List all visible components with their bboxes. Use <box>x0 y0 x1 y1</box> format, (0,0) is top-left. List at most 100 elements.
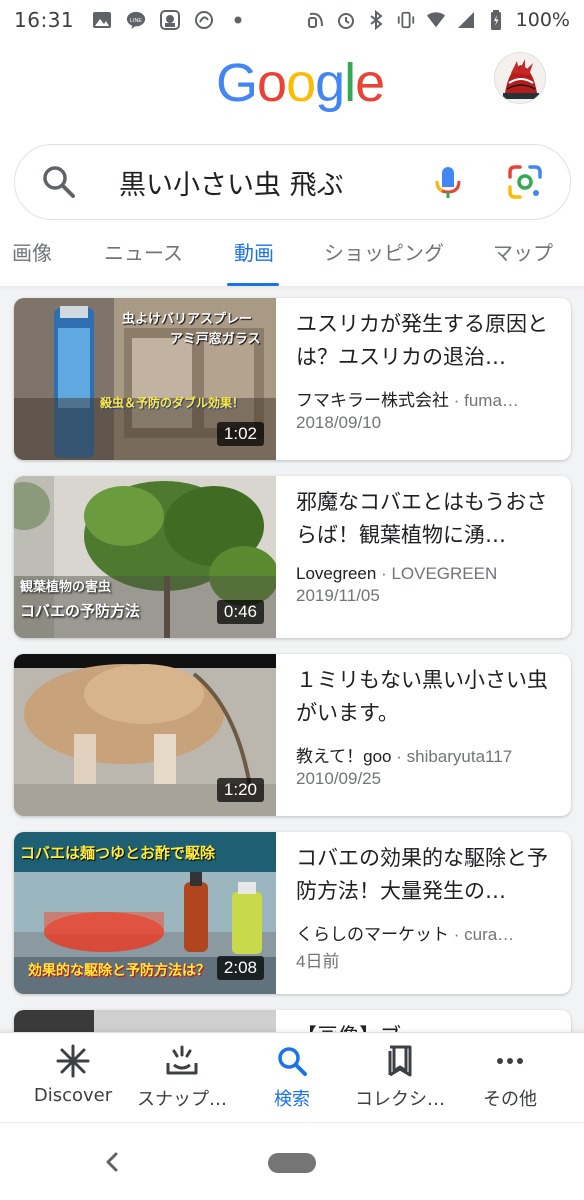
video-thumbnail[interactable]: 虫よけバリアスプレー アミ戸窓ガラス 殺虫＆予防のダブル効果！ 1:02 <box>14 298 276 460</box>
more-dots-icon <box>497 1058 523 1064</box>
source-name: Lovegreen <box>296 564 377 583</box>
app-notification-icon-2 <box>194 10 214 30</box>
source-name: くらしのマーケット <box>296 925 449 944</box>
tab-shopping[interactable]: ショッピング <box>324 228 444 286</box>
video-result-card[interactable]: 【画像】ブ… <box>14 1010 571 1032</box>
account-avatar[interactable] <box>494 52 546 104</box>
signal-icon <box>456 10 476 30</box>
nav-search[interactable]: 検索 <box>234 1043 350 1111</box>
thumbnail-caption: 観葉植物の害虫 <box>20 580 112 595</box>
video-title[interactable]: ユスリカが発生する原因とは？ユスリカの退治… <box>296 308 554 374</box>
thumbnail-caption: アミ戸窓ガラス <box>170 332 261 347</box>
video-duration: 1:20 <box>216 778 264 802</box>
video-duration: 1:02 <box>216 422 264 446</box>
video-date: 2018/09/10 <box>296 413 382 432</box>
tab-videos[interactable]: 動画 <box>234 228 274 286</box>
video-duration: 2:08 <box>216 956 264 980</box>
video-title[interactable]: 邪魔なコバエとはもうおさらば！観葉植物に湧… <box>296 486 554 552</box>
video-source: くらしのマーケット · cura… <box>296 920 554 945</box>
thumbnail-caption: コバエは麺つゆとお酢で駆除 <box>20 844 216 862</box>
video-date: 4日前 <box>296 952 340 971</box>
thumbnail-caption: 効果的な駆除と予防方法は？ <box>28 963 210 979</box>
nav-label: コレクシ… <box>355 1089 445 1110</box>
separator: · <box>449 925 465 944</box>
thumbnail-caption: コバエの予防方法 <box>20 602 141 620</box>
separator: · <box>376 564 392 583</box>
thumbnail-caption: 殺虫＆予防のダブル効果！ <box>100 396 245 410</box>
notification-icons: LINE <box>92 10 248 30</box>
nav-more[interactable]: その他 <box>452 1043 568 1111</box>
collections-icon <box>388 1045 412 1077</box>
home-pill-button[interactable] <box>268 1153 316 1173</box>
logo-letter: o <box>257 53 287 113</box>
status-time: 16:31 <box>14 8 75 32</box>
nav-label: 検索 <box>274 1089 310 1110</box>
video-thumbnail[interactable]: 観葉植物の害虫 コバエの予防方法 0:46 <box>14 476 276 638</box>
nav-label: その他 <box>483 1089 537 1110</box>
logo-letter: g <box>315 53 345 113</box>
video-info: １ミリもない黒い小さい虫がいます。 教えて！goo · shibaryuta11… <box>296 664 554 789</box>
channel-handle: fuma… <box>464 391 519 410</box>
video-thumbnail[interactable] <box>14 1010 276 1032</box>
nav-collections[interactable]: コレクシ… <box>342 1043 458 1111</box>
status-bar: 16:31 LINE 100% <box>0 0 584 40</box>
search-tabs: 画像 ニュース 動画 ショッピング マップ <box>0 228 584 286</box>
nav-label: Discover <box>33 1085 113 1106</box>
system-navigation-bar <box>0 1122 584 1200</box>
nav-label: スナップ… <box>137 1089 227 1110</box>
video-result-card[interactable]: 1:20 １ミリもない黒い小さい虫がいます。 教えて！goo · shibary… <box>14 654 571 816</box>
channel-handle: shibaryuta117 <box>406 747 513 766</box>
video-thumbnail[interactable]: コバエは麺つゆとお酢で駆除 効果的な駆除と予防方法は？ 2:08 <box>14 832 276 994</box>
video-info: 【画像】ブ… <box>296 1020 554 1032</box>
logo-letter: e <box>355 53 385 113</box>
snapshot-icon <box>166 1045 198 1075</box>
search-query-text[interactable]: 黒い小さい虫 飛ぶ <box>119 163 430 202</box>
tab-maps[interactable]: マップ <box>493 228 553 286</box>
video-title[interactable]: １ミリもない黒い小さい虫がいます。 <box>296 664 554 730</box>
separator: · <box>391 747 407 766</box>
thumbnail-caption: 虫よけバリアスプレー <box>122 312 253 327</box>
video-thumbnail[interactable]: 1:20 <box>14 654 276 816</box>
video-date: 2019/11/05 <box>296 586 380 605</box>
video-result-card[interactable]: コバエは麺つゆとお酢で駆除 効果的な駆除と予防方法は？ 2:08 コバエの効果的… <box>14 832 571 994</box>
video-info: コバエの効果的な駆除と予防方法！大量発生の… くらしのマーケット · cura…… <box>296 842 554 972</box>
wifi-icon <box>426 10 446 30</box>
channel-handle: cura… <box>464 925 515 944</box>
google-lens-icon[interactable] <box>506 163 544 201</box>
video-date: 2010/09/25 <box>296 769 382 788</box>
battery-icon <box>486 10 506 30</box>
logo-letter: l <box>344 53 356 113</box>
alarm-icon <box>336 10 356 30</box>
system-status-icons: 100% <box>306 9 570 31</box>
video-title[interactable]: コバエの効果的な駆除と予防方法！大量発生の… <box>296 842 554 908</box>
discover-asterisk-icon <box>56 1044 90 1078</box>
source-name: 教えて！goo <box>296 747 392 766</box>
line-app-icon: LINE <box>126 10 146 30</box>
video-source: フマキラー株式会社 · fuma… <box>296 386 554 411</box>
bottom-navigation: Discover スナップ… 検索 コレクシ… その他 <box>0 1032 584 1122</box>
nav-snapshot[interactable]: スナップ… <box>124 1043 240 1111</box>
video-result-card[interactable]: 虫よけバリアスプレー アミ戸窓ガラス 殺虫＆予防のダブル効果！ 1:02 ユスリ… <box>14 298 571 460</box>
back-chevron-icon[interactable] <box>100 1147 124 1177</box>
logo-letter: G <box>216 53 258 113</box>
tab-news[interactable]: ニュース <box>104 228 183 286</box>
nfc-icon <box>306 10 326 30</box>
separator: · <box>449 391 465 410</box>
channel-handle: LOVEGREEN <box>391 564 498 583</box>
search-icon <box>278 1047 307 1076</box>
search-box[interactable]: 黒い小さい虫 飛ぶ <box>14 144 571 220</box>
tab-images[interactable]: 画像 <box>12 228 52 286</box>
video-source: 教えて！goo · shibaryuta117 <box>296 742 554 767</box>
video-info: 邪魔なコバエとはもうおさらば！観葉植物に湧… Lovegreen · LOVEG… <box>296 486 554 606</box>
nav-discover[interactable]: Discover <box>15 1043 131 1106</box>
video-title[interactable]: 【画像】ブ… <box>296 1020 554 1032</box>
video-result-card[interactable]: 観葉植物の害虫 コバエの予防方法 0:46 邪魔なコバエとはもうおさらば！観葉植… <box>14 476 571 638</box>
battery-percent: 100% <box>515 9 570 31</box>
logo-letter: o <box>286 53 316 113</box>
video-duration: 0:46 <box>216 600 264 624</box>
gallery-notification-icon <box>92 10 112 30</box>
dot-icon <box>228 10 248 30</box>
svg-text:LINE: LINE <box>130 18 142 24</box>
video-info: ユスリカが発生する原因とは？ユスリカの退治… フマキラー株式会社 · fuma…… <box>296 308 554 433</box>
microphone-icon[interactable] <box>430 164 466 200</box>
